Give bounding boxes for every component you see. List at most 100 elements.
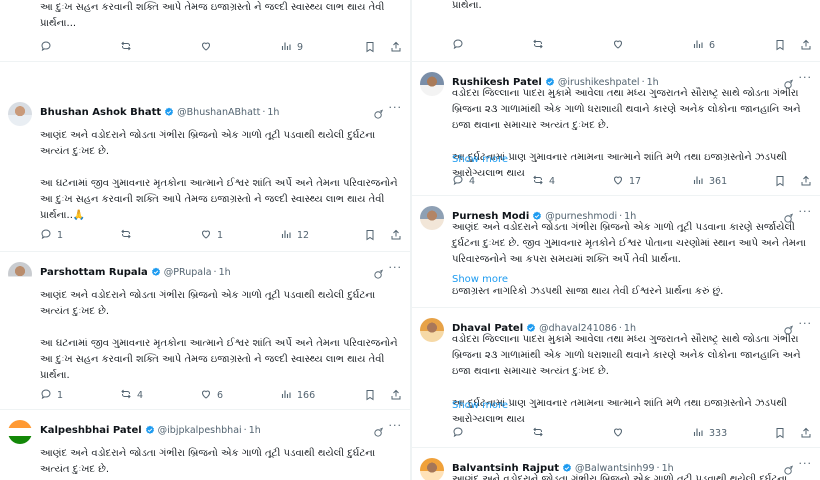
author-name[interactable]: Kalpeshbhai Patel	[40, 425, 142, 436]
retweet-icon	[532, 426, 544, 441]
show-more-link[interactable]: Show more	[452, 400, 508, 411]
author-handle[interactable]: @BhushanABhatt	[177, 107, 260, 118]
share-icon[interactable]	[390, 389, 402, 401]
tweet[interactable]: Rushikesh Patel @irushikeshpatel · 1h ··· વડો…	[412, 62, 820, 196]
like-icon	[612, 174, 624, 189]
retweet-button[interactable]	[532, 38, 612, 53]
tweet[interactable]: Purnesh Modi @purneshmodi · 1h ··· આણંદ અને વ…	[412, 196, 820, 308]
like-button[interactable]	[612, 426, 692, 441]
more-icon[interactable]: ···	[799, 457, 813, 470]
grok-icon[interactable]	[373, 423, 384, 437]
views-button-count: 9	[297, 41, 304, 53]
grok-icon[interactable]	[783, 321, 794, 335]
author-name[interactable]: Parshottam Rupala	[40, 267, 148, 278]
retweet-button[interactable]	[532, 426, 612, 441]
timeline-right: આ ઘટનામાં જીવ ગુમાવનાર મૃતકોના આત્માને ઈ…	[412, 0, 820, 480]
more-icon[interactable]: ···	[799, 317, 813, 330]
retweet-button-count: 4	[137, 389, 144, 401]
tweet[interactable]: Bhushan Ashok Bhatt @BhushanABhatt · 1h ··· આ…	[0, 92, 410, 252]
retweet-button[interactable]: 4	[532, 174, 612, 189]
like-button[interactable]	[612, 38, 692, 53]
views-button[interactable]: 9	[280, 40, 352, 55]
share-icon[interactable]	[390, 41, 402, 53]
bookmark-icon[interactable]	[364, 389, 376, 401]
reply-button[interactable]: 1	[40, 388, 120, 403]
grok-icon[interactable]	[373, 105, 384, 119]
retweet-button[interactable]	[120, 40, 200, 55]
bookmark-icon[interactable]	[774, 175, 786, 187]
reply-icon	[452, 38, 464, 53]
share-icon[interactable]	[800, 39, 812, 51]
reply-button[interactable]: 1	[40, 228, 120, 243]
show-more-link[interactable]: Show more	[452, 154, 508, 165]
share-icon[interactable]	[800, 427, 812, 439]
views-button-count: 361	[709, 175, 728, 187]
avatar[interactable]	[8, 262, 32, 286]
author-handle[interactable]: @PRupala	[164, 267, 212, 278]
views-button[interactable]: 333	[692, 426, 764, 441]
bookmark-icon[interactable]	[364, 229, 376, 241]
like-button[interactable]: 1	[200, 228, 280, 243]
like-icon	[612, 38, 624, 53]
grok-icon[interactable]	[783, 209, 794, 223]
timestamp[interactable]: 1h	[267, 107, 279, 118]
reply-button[interactable]	[40, 40, 120, 55]
bookmark-icon[interactable]	[774, 427, 786, 439]
like-button[interactable]: 17	[612, 174, 692, 189]
views-button[interactable]: 361	[692, 174, 764, 189]
like-button[interactable]	[200, 40, 280, 55]
grok-icon[interactable]	[373, 265, 384, 279]
more-icon[interactable]: ···	[799, 205, 813, 218]
grok-icon[interactable]	[783, 75, 794, 89]
reply-icon	[452, 174, 464, 189]
avatar[interactable]	[8, 102, 32, 126]
tweet-paragraph: આણંદ અને વડોદરાને જોડતા ગંભીરા બ્રિજનો એ…	[40, 448, 376, 475]
timestamp[interactable]: 1h	[249, 425, 261, 436]
tweet[interactable]: આ ઘટનામાં જીવ ગુમાવનાર મૃતકોના આત્માને ઈ…	[412, 0, 820, 62]
tweet-actions-end	[364, 229, 402, 241]
timestamp[interactable]: 1h	[219, 267, 231, 278]
views-button[interactable]: 166	[280, 388, 352, 403]
views-icon	[692, 426, 704, 441]
more-icon[interactable]: ···	[799, 71, 813, 84]
separator-dot: ·	[243, 424, 247, 436]
retweet-button[interactable]: 4	[120, 388, 200, 403]
tweet-text: વડોદરા જિલ્લાના પાદરા મુકામે આવેલા તથા મ…	[452, 86, 810, 182]
tweet-text: વડોદરા જિલ્લાના પાદરા મુકામે આવેલા તથા મ…	[452, 332, 810, 428]
author-name[interactable]: Bhushan Ashok Bhatt	[40, 107, 161, 118]
tweet-paragraph: આણંદ અને વડોદરાને જોડતા ગંભીરા બ્રિજનો એ…	[40, 290, 376, 317]
bookmark-icon[interactable]	[364, 41, 376, 53]
views-button[interactable]: 12	[280, 228, 352, 243]
reply-button[interactable]	[452, 426, 532, 441]
reply-button[interactable]	[452, 38, 532, 53]
more-icon[interactable]: ···	[389, 101, 403, 114]
share-icon[interactable]	[390, 229, 402, 241]
avatar[interactable]	[420, 458, 444, 480]
share-icon[interactable]	[800, 175, 812, 187]
show-more-link[interactable]: Show more	[452, 274, 508, 285]
more-icon[interactable]: ···	[389, 419, 403, 432]
tweet[interactable]: Dhaval Patel @dhaval241086 · 1h ··· વડોદરા જિ…	[412, 308, 820, 448]
avatar[interactable]	[420, 318, 444, 342]
tweet[interactable]: Balvantsinh Rajput @Balwantsinh99 · 1h ··· આણ…	[412, 448, 820, 480]
views-button[interactable]: 6	[692, 38, 764, 53]
retweet-button[interactable]	[120, 228, 200, 243]
reply-button[interactable]: 4	[452, 174, 532, 189]
author-handle[interactable]: @ibjpkalpeshbhai	[158, 425, 242, 436]
tweet-actions: 6	[452, 38, 812, 52]
bookmark-icon[interactable]	[774, 39, 786, 51]
tweet-paragraph: ઇજાગ્રસ્ત નાગરિકો ઝડપથી સાજા થાય તેવી ઈશ…	[452, 286, 724, 297]
tweet[interactable]: Parshottam Rupala @PRupala · 1h ··· આણંદ અને …	[0, 252, 410, 410]
grok-icon[interactable]	[783, 461, 794, 475]
verified-badge-icon	[164, 107, 174, 117]
more-icon[interactable]: ···	[389, 261, 403, 274]
tweet[interactable]: Kalpeshbhai Patel @ibjpkalpeshbhai · 1h ··· આ…	[0, 410, 410, 480]
avatar[interactable]	[8, 420, 32, 444]
avatar[interactable]	[420, 206, 444, 230]
tweet[interactable]: આ ઘટનામાં જીવ ગુમાવનાર મૃતકોના આત્માને ઈ…	[0, 0, 410, 62]
reply-icon	[452, 426, 464, 441]
avatar[interactable]	[420, 72, 444, 96]
tweet-header: Bhushan Ashok Bhatt @BhushanABhatt · 1h	[40, 104, 402, 120]
like-button[interactable]: 6	[200, 388, 280, 403]
tweet-actions: 1 1 12	[40, 228, 402, 242]
